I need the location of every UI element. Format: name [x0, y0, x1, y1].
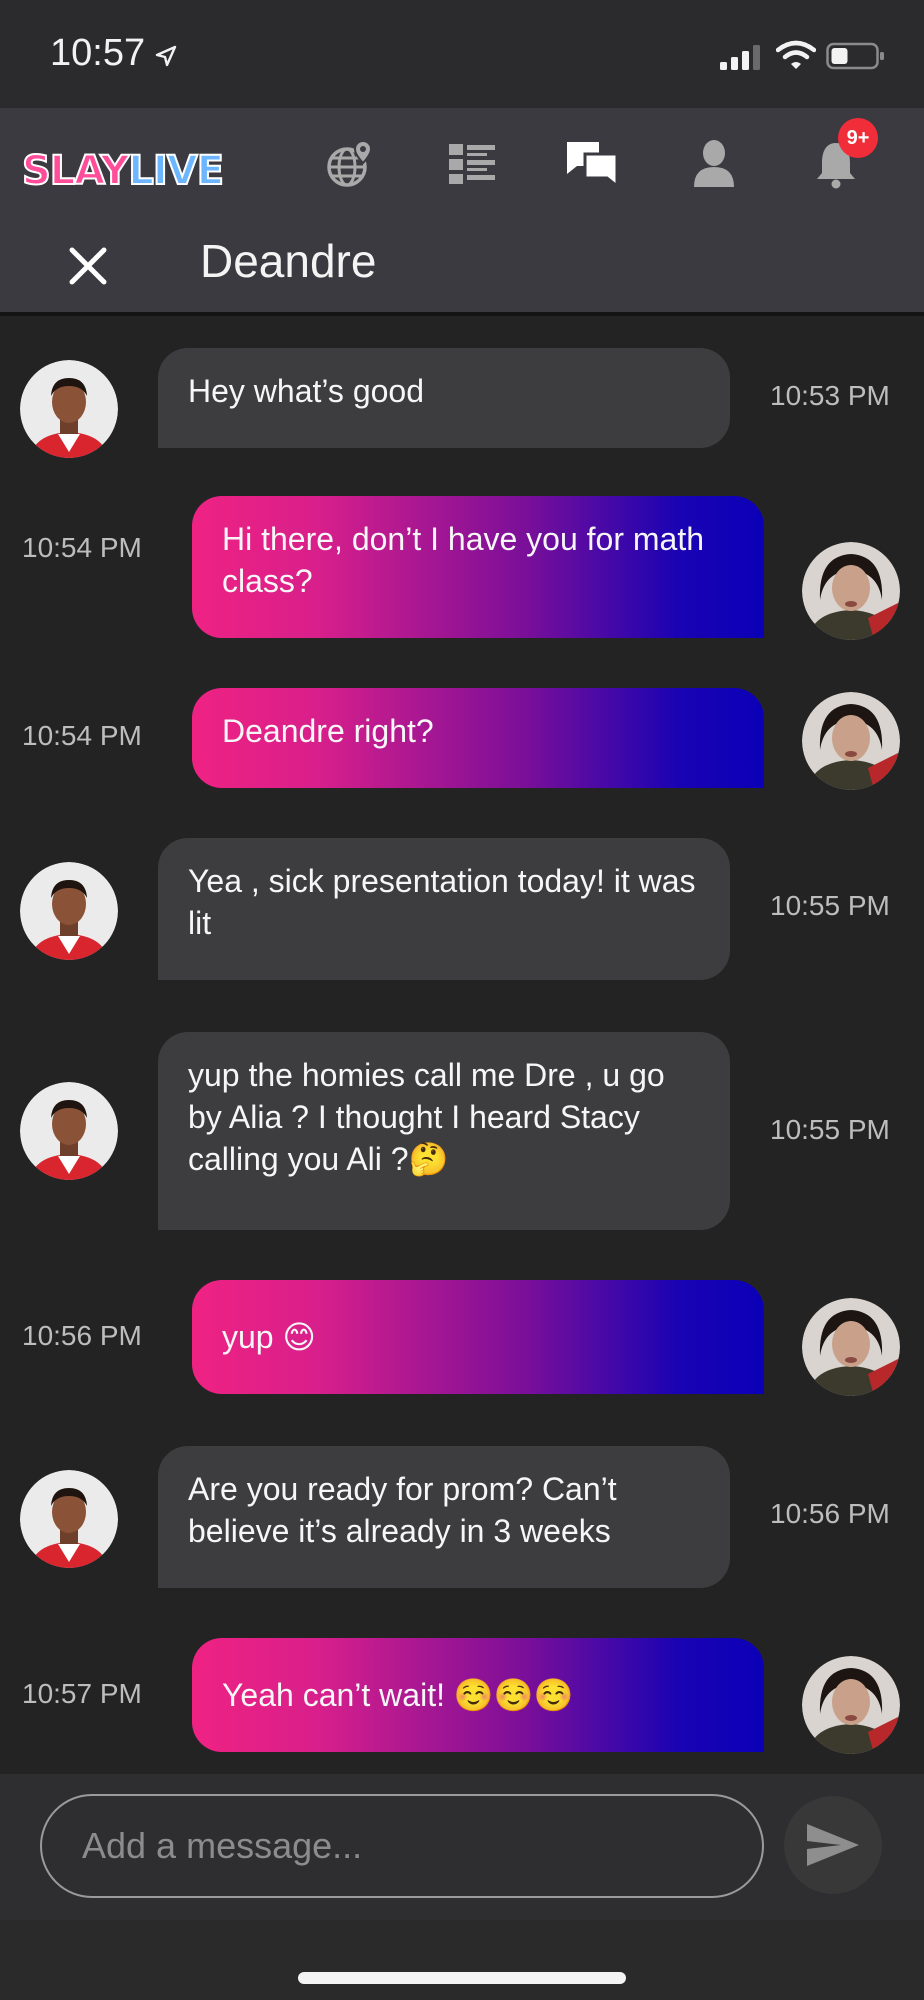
- list-icon[interactable]: [442, 134, 502, 194]
- message-time: 10:54 PM: [22, 720, 142, 751]
- message-bubble[interactable]: yup 😊: [192, 1280, 764, 1394]
- message-time: 10:56 PM: [22, 1320, 142, 1351]
- message-time: 10:53 PM: [770, 380, 890, 411]
- chat-title: Deandre: [200, 235, 377, 287]
- sender-avatar[interactable]: [20, 360, 118, 458]
- user-avatar[interactable]: [802, 692, 900, 790]
- close-icon[interactable]: [64, 242, 112, 290]
- sender-avatar[interactable]: [20, 1082, 118, 1180]
- message-text: yup 😊: [222, 1319, 316, 1355]
- status-bar: 10:57: [0, 0, 924, 108]
- profile-icon[interactable]: [684, 134, 744, 194]
- globe-icon[interactable]: [320, 134, 380, 194]
- message-list[interactable]: Hey what’s good 10:53 PM 10:54 PM Hi the…: [0, 320, 924, 1772]
- send-icon: [807, 1824, 859, 1866]
- message-bubble[interactable]: Hey what’s good: [158, 348, 730, 448]
- home-area: [0, 1920, 924, 2000]
- logo-text-slay: SLAY: [21, 147, 130, 195]
- battery-icon: [826, 42, 884, 70]
- message-composer: [0, 1774, 924, 1920]
- sender-avatar[interactable]: [20, 1470, 118, 1568]
- status-time: 10:57: [50, 32, 146, 74]
- top-nav-bar: SLAYLIVE 9+: [0, 108, 924, 220]
- cellular-signal-icon: [720, 45, 760, 70]
- message-text: Yea , sick presentation today! it was li…: [188, 863, 696, 941]
- message-time: 10:57 PM: [22, 1678, 142, 1709]
- message-time: 10:56 PM: [770, 1498, 890, 1529]
- message-bubble[interactable]: Are you ready for prom? Can’t believe it…: [158, 1446, 730, 1588]
- message-bubble[interactable]: yup the homies call me Dre , u go by Ali…: [158, 1032, 730, 1230]
- send-button[interactable]: [784, 1796, 882, 1894]
- user-avatar[interactable]: [802, 1656, 900, 1754]
- message-bubble[interactable]: Hi there, don’t I have you for math clas…: [192, 496, 764, 638]
- app-logo[interactable]: SLAYLIVE: [21, 147, 225, 195]
- message-text: Deandre right?: [222, 713, 434, 749]
- logo-text-live: LIVE: [127, 147, 225, 195]
- notification-badge[interactable]: 9+: [838, 118, 878, 158]
- wifi-icon: [776, 40, 816, 69]
- message-text: Hey what’s good: [188, 373, 424, 409]
- message-input[interactable]: [40, 1794, 764, 1898]
- location-arrow-icon: [155, 45, 177, 67]
- message-bubble[interactable]: Deandre right?: [192, 688, 764, 788]
- message-text: Yeah can’t wait! ☺️☺️☺️: [222, 1677, 574, 1713]
- user-avatar[interactable]: [802, 542, 900, 640]
- message-text: Are you ready for prom? Can’t believe it…: [188, 1471, 617, 1549]
- message-time: 10:55 PM: [770, 890, 890, 921]
- message-time: 10:54 PM: [22, 532, 142, 563]
- message-bubble[interactable]: Yea , sick presentation today! it was li…: [158, 838, 730, 980]
- chat-icon[interactable]: [562, 134, 622, 194]
- sender-avatar[interactable]: [20, 862, 118, 960]
- chat-header: Deandre: [0, 220, 924, 316]
- message-bubble[interactable]: Yeah can’t wait! ☺️☺️☺️: [192, 1638, 764, 1752]
- home-indicator[interactable]: [298, 1972, 626, 1984]
- message-time: 10:55 PM: [770, 1114, 890, 1145]
- message-text: Hi there, don’t I have you for math clas…: [222, 521, 705, 599]
- user-avatar[interactable]: [802, 1298, 900, 1396]
- message-text: yup the homies call me Dre , u go by Ali…: [188, 1057, 665, 1177]
